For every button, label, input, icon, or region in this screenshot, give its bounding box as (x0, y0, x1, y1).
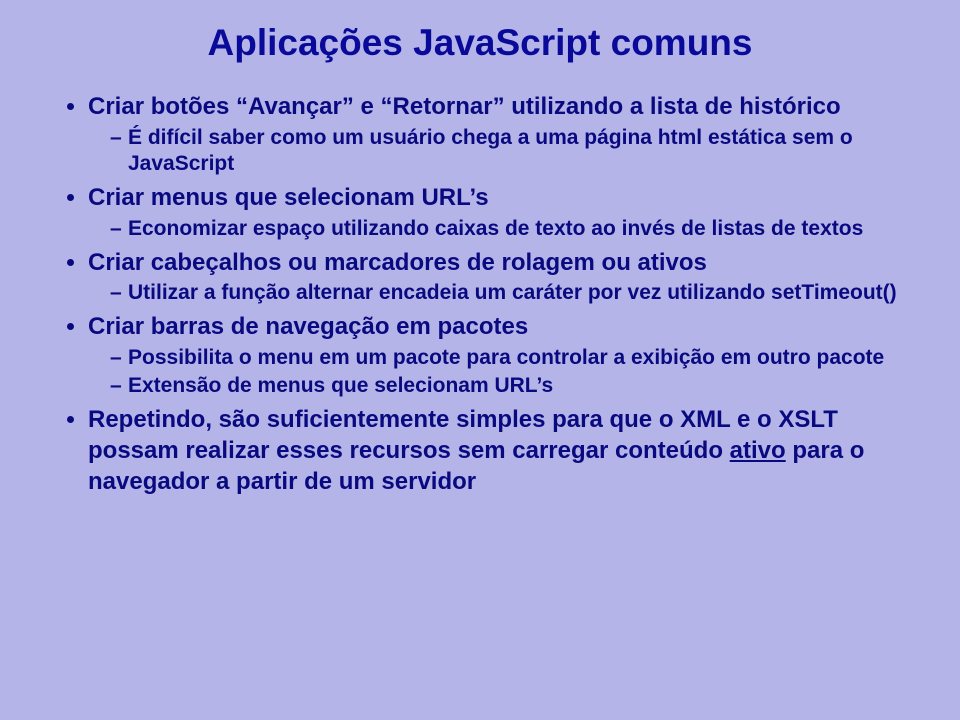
sub-item: Extensão de menus que selecionam URL’s (110, 373, 900, 399)
list-item: Criar barras de navegação em pacotes Pos… (88, 312, 900, 399)
list-item: Criar menus que selecionam URL’s Economi… (88, 183, 900, 242)
bullet-text: Criar botões “Avançar” e “Retornar” util… (88, 93, 841, 120)
bullet-list: Criar botões “Avançar” e “Retornar” util… (60, 92, 900, 497)
sub-list: Economizar espaço utilizando caixas de t… (88, 216, 900, 242)
sub-item: Economizar espaço utilizando caixas de t… (110, 216, 900, 242)
list-item: Criar cabeçalhos ou marcadores de rolage… (88, 248, 900, 307)
bullet-text: Criar barras de navegação em pacotes (88, 313, 528, 340)
sub-item: Utilizar a função alternar encadeia um c… (110, 280, 900, 306)
list-item: Repetindo, são suficientemente simples p… (88, 405, 900, 497)
list-item: Criar botões “Avançar” e “Retornar” util… (88, 92, 900, 177)
sub-list: É difícil saber como um usuário chega a … (88, 125, 900, 177)
sub-item: Possibilita o menu em um pacote para con… (110, 345, 900, 371)
underlined-word: ativo (730, 437, 786, 464)
sub-list: Utilizar a função alternar encadeia um c… (88, 280, 900, 306)
bullet-text: Criar cabeçalhos ou marcadores de rolage… (88, 249, 707, 276)
bullet-text-pre: Repetindo, são suficientemente simples p… (88, 406, 838, 464)
sub-list: Possibilita o menu em um pacote para con… (88, 345, 900, 399)
sub-item: É difícil saber como um usuário chega a … (110, 125, 900, 177)
bullet-text: Criar menus que selecionam URL’s (88, 184, 489, 211)
slide-title: Aplicações JavaScript comuns (60, 22, 900, 64)
